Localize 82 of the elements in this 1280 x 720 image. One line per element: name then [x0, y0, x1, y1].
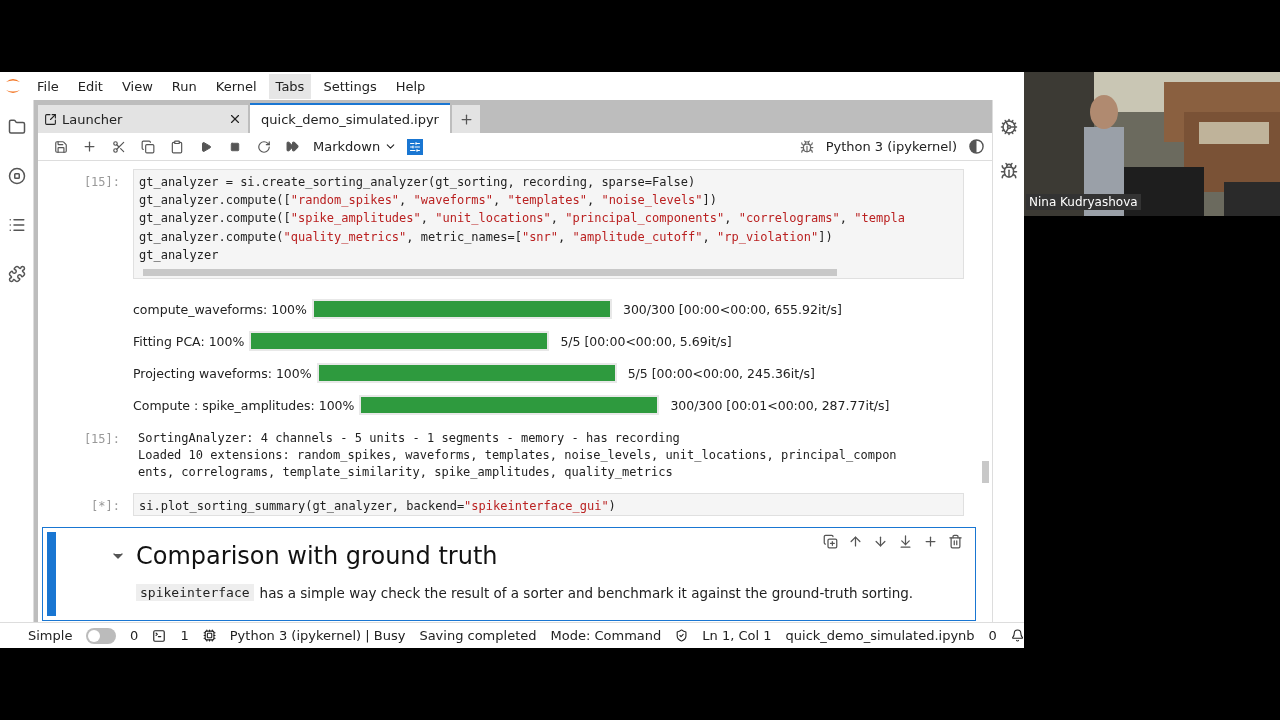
progress-label: Compute : spike_amplitudes: 100% — [133, 397, 355, 413]
cell-prompt: [*]: — [90, 498, 121, 515]
cursor-position[interactable]: Ln 1, Col 1 — [702, 628, 772, 643]
delete-icon[interactable] — [948, 534, 963, 550]
move-down-icon[interactable] — [873, 534, 888, 550]
menu-item[interactable]: Settings — [316, 73, 384, 99]
insert-icon[interactable] — [923, 534, 938, 550]
move-up-icon[interactable] — [848, 534, 863, 550]
insert-below-icon[interactable] — [898, 534, 913, 550]
terminal-icon — [152, 627, 167, 644]
inline-code: spikeinterface — [136, 584, 254, 602]
cell-prompt: [15]: — [82, 174, 121, 191]
paragraph: has a simple way check the result of a sorter and benchmark it against the ground-truth sorting. — [259, 584, 914, 601]
code-cell[interactable]: si.plot_sorting_summary(gt_analyzer, backend="spikeinterface_gui") — [133, 493, 964, 517]
code-line: gt_analyzer.compute(["spike_amplitudes", "unit_locations", "principal_components", "correlograms", "templa — [139, 210, 906, 228]
kernel-status-icon — [969, 139, 984, 154]
close-icon[interactable] — [228, 112, 242, 126]
duplicate-icon[interactable] — [823, 534, 838, 550]
output-line: ents, correlograms, template_similarity, spike_amplitudes, quality_metrics — [138, 464, 674, 481]
progress-label: Fitting PCA: 100% — [133, 333, 245, 349]
launcher-icon — [44, 112, 57, 126]
tab[interactable]: quick_demo_simulated.ipyr — [250, 103, 450, 133]
list-icon[interactable] — [7, 216, 26, 234]
chip-icon — [202, 628, 216, 643]
menu-item[interactable]: File — [30, 73, 66, 99]
progress-reading: 300/300 [00:01<00:00, 287.77it/s] — [670, 397, 890, 413]
puzzle-icon[interactable] — [7, 265, 26, 283]
tab[interactable]: Launcher — [38, 105, 248, 133]
simple-toggle[interactable] — [86, 627, 117, 644]
save-icon — [53, 139, 68, 154]
cell-type-dropdown[interactable]: Markdown — [313, 139, 398, 154]
new-tab-button[interactable] — [452, 105, 480, 133]
progress-label: compute_waveforms: 100% — [133, 301, 307, 317]
bug-icon — [799, 139, 814, 154]
cell-prompt: [15]: — [82, 431, 121, 448]
code-line: gt_analyzer.compute("quality_metrics", metric_names=["snr", "amplitude_cutoff", "rp_violation"]) — [139, 228, 834, 246]
speaker-name: Nina Kudryashova — [1026, 194, 1141, 210]
fast-forward-icon — [286, 140, 299, 153]
settings-icon[interactable] — [999, 118, 1018, 136]
markdown-cell[interactable]: Comparison with ground truth spikeinterface has a simple way check the result of a sorter and benchmark it against the ground-truth sorting. — [42, 527, 976, 622]
kernel-button[interactable]: Python 3 (ipykernel) — [799, 139, 984, 154]
save-status: Saving completed — [419, 628, 537, 643]
bug-icon[interactable] — [999, 162, 1018, 180]
menu-item[interactable]: View — [114, 73, 160, 99]
file-name: quick_demo_simulated.ipynb — [785, 628, 975, 643]
progress-reading: 5/5 [00:00<00:00, 5.69it/s] — [560, 333, 732, 349]
notification-count: 0 — [988, 628, 997, 643]
stop-icon — [229, 141, 240, 152]
output-line: Loaded 10 extensions: random_spikes, waveforms, templates, noise_levels, unit_locations, principal_compon — [138, 447, 898, 464]
restart-icon — [256, 139, 271, 154]
kernel-status[interactable]: Python 3 (ipykernel) | Busy — [229, 628, 406, 643]
code-cell[interactable] — [133, 169, 964, 279]
progress-reading: 5/5 [00:00<00:00, 245.36it/s] — [627, 365, 815, 381]
plus-icon — [82, 139, 97, 154]
plus-icon — [458, 111, 474, 127]
mode-status[interactable]: Mode: Command — [550, 628, 662, 643]
menu-item[interactable]: Help — [388, 73, 433, 99]
mode-label: Simple — [28, 628, 73, 643]
menu-item[interactable]: Tabs — [268, 73, 312, 99]
menu-item[interactable]: Run — [164, 73, 204, 99]
terminal-count: 0 — [130, 628, 139, 643]
bell-icon[interactable] — [1010, 628, 1024, 643]
clipboard-icon — [169, 139, 184, 154]
copy-icon — [140, 139, 155, 154]
play-icon — [199, 140, 212, 153]
menu-item[interactable]: Edit — [70, 73, 110, 99]
heading: Comparison with ground truth — [136, 542, 499, 571]
stop-icon[interactable] — [7, 167, 26, 185]
progress-reading: 300/300 [00:00<00:00, 655.92it/s] — [622, 301, 842, 317]
menu-item[interactable]: Kernel — [208, 73, 264, 99]
code-line: gt_analyzer — [139, 246, 220, 264]
scissors-icon — [111, 139, 126, 154]
code-line: gt_analyzer = si.create_sorting_analyzer(gt_sorting, recording, sparse=False) — [139, 174, 697, 191]
property-inspector-button[interactable] — [407, 138, 424, 155]
code-line: si.plot_sorting_summary(gt_analyzer, backend="spikeinterface_gui") — [139, 498, 617, 515]
folder-icon[interactable] — [7, 118, 26, 136]
code-line: gt_analyzer.compute(["random_spikes", "waveforms", "templates", "noise_levels"]) — [139, 192, 719, 210]
output-line: SortingAnalyzer: 4 channels - 5 units - 1 segments - memory - has recording — [138, 430, 681, 447]
kernel-count: 1 — [180, 628, 189, 643]
progress-label: Projecting waveforms: 100% — [133, 365, 312, 381]
sliders-icon — [409, 140, 422, 153]
shield-icon — [675, 628, 689, 643]
